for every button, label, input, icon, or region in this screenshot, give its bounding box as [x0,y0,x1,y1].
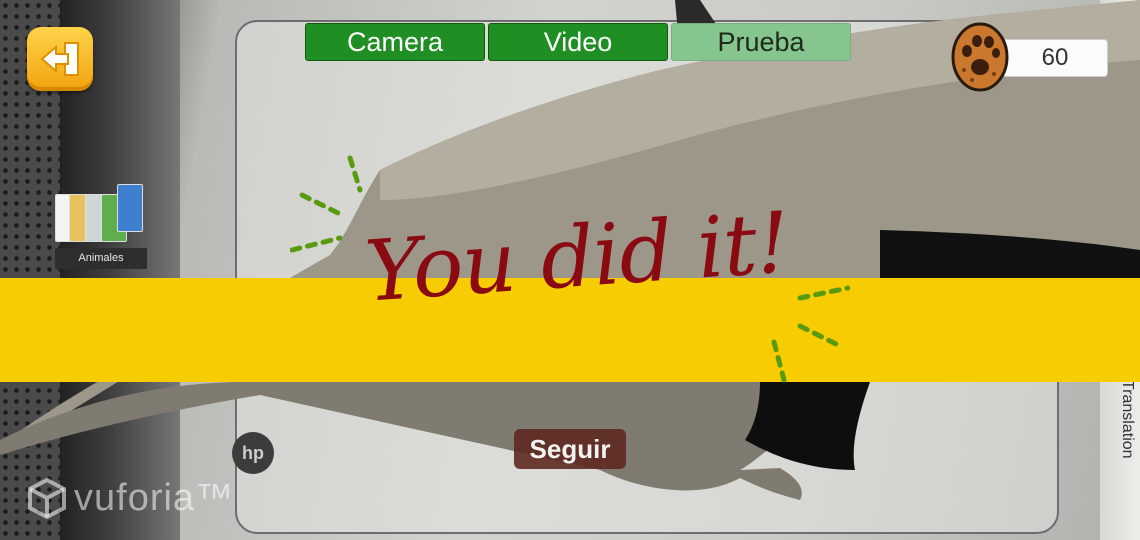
card-thumbnail [117,184,143,232]
exit-arrow-icon [40,42,79,76]
success-message: You did it! [290,150,850,390]
vuforia-watermark: vuforia™ [26,470,234,526]
success-text: You did it! [362,193,792,321]
tab-camera[interactable]: Camera [305,23,485,61]
vuforia-logo-icon [28,477,66,519]
score-value: 60 [1002,39,1108,77]
tab-video[interactable]: Video [488,23,668,61]
sparkle-right-icon [771,285,850,383]
mode-tabs: Camera Video Prueba [305,23,851,61]
continue-button[interactable]: Seguir [514,429,626,469]
tab-prueba[interactable]: Prueba [671,23,851,61]
collection-label: Animales [55,248,147,269]
vuforia-text: vuforia™ [74,476,235,519]
back-button[interactable] [27,27,93,91]
animal-card-collection[interactable]: Animales [55,184,147,270]
cookie-icon [951,22,1009,92]
